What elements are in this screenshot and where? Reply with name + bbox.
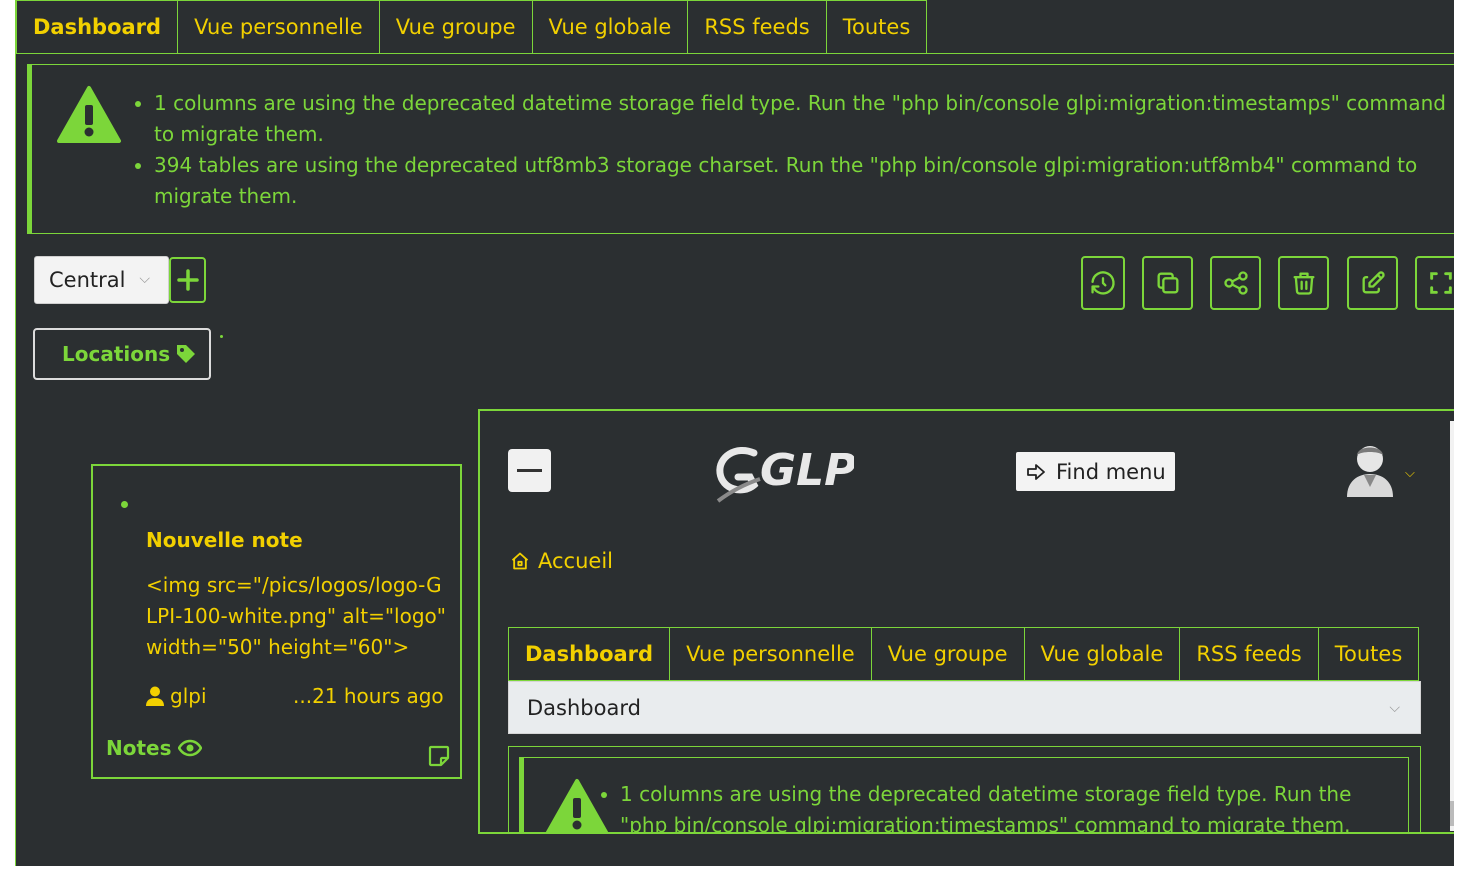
history-button[interactable]: [1081, 256, 1125, 310]
glpi-app: Dashboard Vue personnelle Vue groupe Vue…: [15, 0, 1454, 866]
delete-button[interactable]: [1278, 256, 1329, 310]
minus-icon: [517, 469, 542, 472]
clone-icon: [1157, 272, 1178, 294]
tabs-divider: [16, 53, 1454, 54]
tab-rss-feeds[interactable]: RSS feeds: [1179, 627, 1319, 681]
embedded-glpi-frame: GLPI Find menu ⌵ Accueil Dashboar: [478, 409, 1454, 834]
home-icon: [511, 552, 529, 570]
find-menu-label: Find menu: [1056, 459, 1166, 484]
user-avatar[interactable]: [1344, 441, 1396, 501]
tab-dashboard[interactable]: Dashboard: [16, 0, 179, 54]
embedded-dashboard-select[interactable]: Dashboard ⌵: [508, 681, 1421, 734]
tab-vue-groupe[interactable]: Vue groupe: [870, 627, 1025, 681]
scrollbar-thumb[interactable]: [1450, 801, 1454, 826]
tab-toutes[interactable]: Toutes: [1317, 627, 1420, 681]
chevron-down-icon: ⌵: [139, 271, 150, 287]
history-icon: [1091, 271, 1115, 295]
arrow-right-icon: [1027, 463, 1045, 480]
alert-message: 1 columns are using the deprecated datet…: [620, 779, 1400, 832]
tag-icon: [177, 345, 196, 363]
fullscreen-button[interactable]: [1415, 256, 1454, 310]
locations-filter-label: Locations: [62, 342, 171, 366]
dashboard-select-value: Central: [49, 268, 126, 292]
note-content: <img src="/pics/logos/logo-GLPI-100-whit…: [146, 573, 446, 659]
note-author: glpi: [146, 684, 207, 708]
warning-triangle-icon: [57, 86, 121, 143]
notes-widget: Nouvelle note <img src="/pics/logos/logo…: [91, 464, 462, 779]
edit-button[interactable]: [1347, 256, 1398, 310]
chevron-down-icon: ⌵: [1389, 700, 1400, 716]
avatar-icon: [1347, 446, 1393, 497]
chevron-down-icon[interactable]: ⌵: [1405, 466, 1415, 481]
breadcrumb[interactable]: Accueil: [510, 549, 613, 573]
tab-rss-feeds[interactable]: RSS feeds: [687, 0, 827, 54]
breadcrumb-home: Accueil: [538, 549, 613, 573]
embedded-deprecation-alert: 1 columns are using the deprecated datet…: [519, 757, 1409, 832]
trash-icon: [1293, 272, 1314, 295]
glpi-logo[interactable]: GLPI: [714, 439, 873, 509]
deprecation-alert: 1 columns are using the deprecated datet…: [27, 64, 1454, 234]
alert-message: 394 tables are using the deprecated utf8…: [154, 150, 1454, 212]
scrollbar[interactable]: [1450, 421, 1454, 831]
user-icon: [146, 686, 164, 706]
plus-icon: [176, 269, 199, 291]
sticky-note-icon: [428, 745, 450, 767]
edit-icon: [1362, 271, 1385, 294]
clone-button[interactable]: [1142, 256, 1193, 310]
note-time: ...21 hours ago: [293, 684, 444, 708]
tab-dashboard[interactable]: Dashboard: [508, 627, 671, 681]
notes-footer-label: Notes: [106, 736, 172, 760]
dashboard-select[interactable]: Central ⌵: [34, 256, 169, 304]
notes-footer[interactable]: Notes: [106, 736, 202, 760]
add-dashboard-button[interactable]: [169, 257, 206, 303]
fullscreen-icon: [1429, 272, 1452, 294]
dot: [220, 335, 223, 338]
eye-icon: [177, 739, 202, 757]
alert-message: 1 columns are using the deprecated datet…: [154, 88, 1454, 150]
embedded-tabs: Dashboard Vue personnelle Vue groupe Vue…: [508, 627, 1420, 681]
share-button[interactable]: [1210, 256, 1261, 310]
note-author-name: glpi: [170, 684, 207, 708]
tab-vue-personnelle[interactable]: Vue personnelle: [177, 0, 380, 54]
tab-vue-groupe[interactable]: Vue groupe: [378, 0, 533, 54]
tab-vue-personnelle[interactable]: Vue personnelle: [669, 627, 872, 681]
main-tabs: Dashboard Vue personnelle Vue groupe Vue…: [16, 0, 928, 54]
note-title[interactable]: Nouvelle note: [146, 528, 303, 552]
share-icon: [1223, 271, 1248, 295]
add-note-button[interactable]: [427, 744, 451, 772]
locations-filter[interactable]: Locations: [33, 328, 211, 380]
list-bullet: [121, 501, 128, 508]
find-menu-button[interactable]: Find menu: [1016, 452, 1175, 491]
tab-vue-globale[interactable]: Vue globale: [1023, 627, 1181, 681]
tab-toutes[interactable]: Toutes: [825, 0, 928, 54]
embedded-dashboard-select-value: Dashboard: [527, 695, 641, 720]
embedded-content: 1 columns are using the deprecated datet…: [508, 746, 1421, 832]
tab-vue-globale[interactable]: Vue globale: [531, 0, 689, 54]
svg-text:GLPI: GLPI: [760, 445, 854, 496]
collapse-menu-button[interactable]: [508, 449, 551, 492]
glpi-logo-image: GLPI: [716, 445, 873, 503]
